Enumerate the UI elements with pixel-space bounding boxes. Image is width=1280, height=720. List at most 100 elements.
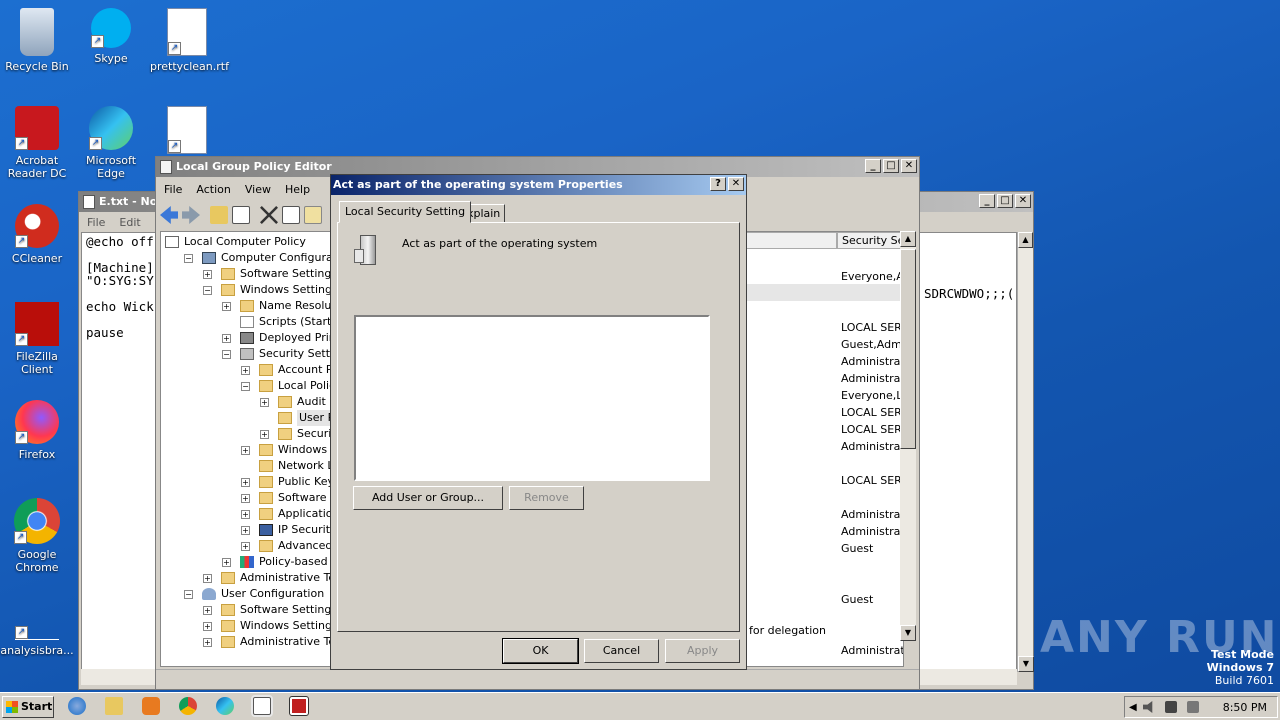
- forward-arrow-icon[interactable]: [182, 206, 200, 224]
- ie-icon[interactable]: [68, 697, 86, 715]
- expand-icon[interactable]: +: [203, 573, 212, 583]
- properties-dialog[interactable]: Act as part of the operating system Prop…: [330, 174, 747, 670]
- tree-item[interactable]: + Name Resolution F: [222, 298, 331, 314]
- desktop-icon[interactable]: ↗: [150, 106, 224, 158]
- desktop-icon[interactable]: ↗ Google Chrome: [0, 498, 74, 574]
- expand-icon[interactable]: +: [241, 525, 250, 535]
- minimize-button[interactable]: _: [865, 159, 881, 173]
- notepad-vscrollbar[interactable]: ▲ ▼: [1017, 232, 1034, 672]
- tree-item[interactable]: + Advanced Auc: [241, 538, 331, 554]
- chrome-icon[interactable]: [179, 697, 197, 715]
- cancel-button[interactable]: Cancel: [584, 639, 659, 663]
- desktop-icon[interactable]: ↗ Microsoft Edge: [74, 106, 148, 180]
- menu-file[interactable]: File: [87, 216, 105, 229]
- up-folder-icon[interactable]: [210, 206, 228, 224]
- close-button[interactable]: ✕: [901, 159, 917, 173]
- menu-edit[interactable]: Edit: [119, 216, 140, 229]
- expand-icon[interactable]: +: [222, 333, 231, 343]
- tree-item[interactable]: + Policy-based QoS: [222, 554, 331, 570]
- dialog-titlebar[interactable]: Act as part of the operating system Prop…: [331, 175, 746, 195]
- maximize-button[interactable]: □: [997, 194, 1013, 208]
- tree-item[interactable]: User Right: [260, 410, 331, 426]
- tree-item[interactable]: + Windows Firev: [241, 442, 331, 458]
- desktop-icon[interactable]: ↗ prettyclean.rtf: [150, 8, 229, 73]
- tree-item[interactable]: + Public Key Polic: [241, 474, 331, 490]
- media-player-icon[interactable]: [142, 697, 160, 715]
- expand-icon[interactable]: +: [241, 365, 250, 375]
- expand-icon[interactable]: +: [222, 557, 231, 567]
- close-button[interactable]: ✕: [728, 177, 744, 191]
- show-hide-tree-icon[interactable]: [232, 206, 250, 224]
- tree-item[interactable]: + Windows Settings: [203, 618, 331, 634]
- collapse-icon[interactable]: −: [203, 285, 212, 295]
- expand-icon[interactable]: +: [241, 445, 250, 455]
- tree-item[interactable]: + Deployed Printers: [222, 330, 331, 346]
- desktop-icon[interactable]: ↗ analysisbra...: [0, 610, 74, 657]
- expand-icon[interactable]: +: [222, 301, 231, 311]
- collapse-icon[interactable]: −: [184, 253, 193, 263]
- gpedit-tree-pane[interactable]: Local Computer Policy − Computer Configura…: [160, 231, 332, 667]
- tray-expand-icon[interactable]: ◀: [1129, 702, 1137, 713]
- collapse-icon[interactable]: −: [184, 589, 193, 599]
- expand-icon[interactable]: +: [203, 605, 212, 615]
- help-button[interactable]: ?: [710, 177, 726, 191]
- close-button[interactable]: ✕: [1015, 194, 1031, 208]
- gpedit-vscrollbar[interactable]: ▲ ▼: [900, 231, 916, 641]
- tree-item[interactable]: − Windows Settings: [203, 282, 331, 298]
- explorer-icon[interactable]: [105, 697, 123, 715]
- tree-item[interactable]: − User Configuration: [184, 586, 324, 602]
- expand-icon[interactable]: +: [260, 397, 269, 407]
- desktop-icon[interactable]: ↗ Acrobat Reader DC: [0, 106, 74, 180]
- minimize-button[interactable]: _: [979, 194, 995, 208]
- expand-icon[interactable]: +: [241, 541, 250, 551]
- collapse-icon[interactable]: −: [241, 381, 250, 391]
- notepad-task-icon[interactable]: [251, 695, 273, 717]
- expand-icon[interactable]: +: [241, 477, 250, 487]
- start-button[interactable]: Start: [2, 696, 54, 718]
- desktop-icon[interactable]: ↗ Firefox: [0, 400, 74, 461]
- tree-item[interactable]: + Administrative Templat: [203, 570, 331, 586]
- tree-item[interactable]: − Computer Configuration: [184, 250, 331, 266]
- tree-item[interactable]: + IP Security Pol: [241, 522, 331, 538]
- menu-action[interactable]: Action: [196, 183, 230, 196]
- menu-help[interactable]: Help: [285, 183, 310, 196]
- menu-file[interactable]: File: [164, 183, 182, 196]
- tab-local-security-setting[interactable]: Local Security Setting: [339, 201, 472, 223]
- tree-item[interactable]: Local Computer Policy: [165, 234, 306, 250]
- desktop-icon[interactable]: ↗ FileZilla Client: [0, 302, 74, 376]
- delete-icon[interactable]: [260, 206, 278, 224]
- tree-item[interactable]: + Administrative Templat: [203, 634, 331, 650]
- desktop-icon[interactable]: ↗ Skype: [74, 8, 148, 65]
- clock[interactable]: 8:50 PM: [1223, 701, 1267, 714]
- menu-view[interactable]: View: [245, 183, 271, 196]
- tree-item[interactable]: + Security O: [260, 426, 331, 442]
- add-user-or-group-button[interactable]: Add User or Group...: [353, 486, 503, 510]
- desktop-icon[interactable]: Recycle Bin: [0, 8, 74, 73]
- column-header-security-setting[interactable]: Security Setti: [837, 232, 903, 249]
- tree-item[interactable]: − Local Policies: [241, 378, 331, 394]
- expand-icon[interactable]: +: [203, 269, 212, 279]
- expand-icon[interactable]: +: [241, 493, 250, 503]
- tree-item[interactable]: − Security Settings: [222, 346, 331, 362]
- tree-item[interactable]: Scripts (Startup/Sh: [222, 314, 331, 330]
- desktop-icon[interactable]: ↗ CCleaner: [0, 204, 74, 265]
- tree-item[interactable]: + Audit Polic: [260, 394, 331, 410]
- tree-item[interactable]: + Application Co: [241, 506, 331, 522]
- back-arrow-icon[interactable]: [160, 206, 178, 224]
- maximize-button[interactable]: □: [883, 159, 899, 173]
- expand-icon[interactable]: +: [241, 509, 250, 519]
- expand-icon[interactable]: +: [203, 621, 212, 631]
- tree-item[interactable]: + Software Settings: [203, 602, 331, 618]
- collapse-icon[interactable]: −: [222, 349, 231, 359]
- ok-button[interactable]: OK: [502, 638, 579, 664]
- export-icon[interactable]: [304, 206, 322, 224]
- tree-item[interactable]: + Software Settings: [203, 266, 331, 282]
- flag-icon[interactable]: [1186, 701, 1199, 713]
- expand-icon[interactable]: +: [260, 429, 269, 439]
- gpedit-task-icon[interactable]: [289, 696, 309, 716]
- expand-icon[interactable]: +: [203, 637, 212, 647]
- volume-icon[interactable]: [1142, 701, 1153, 713]
- properties-icon[interactable]: [282, 206, 300, 224]
- tree-item[interactable]: + Account Policie: [241, 362, 331, 378]
- tree-item[interactable]: + Software Rest: [241, 490, 331, 506]
